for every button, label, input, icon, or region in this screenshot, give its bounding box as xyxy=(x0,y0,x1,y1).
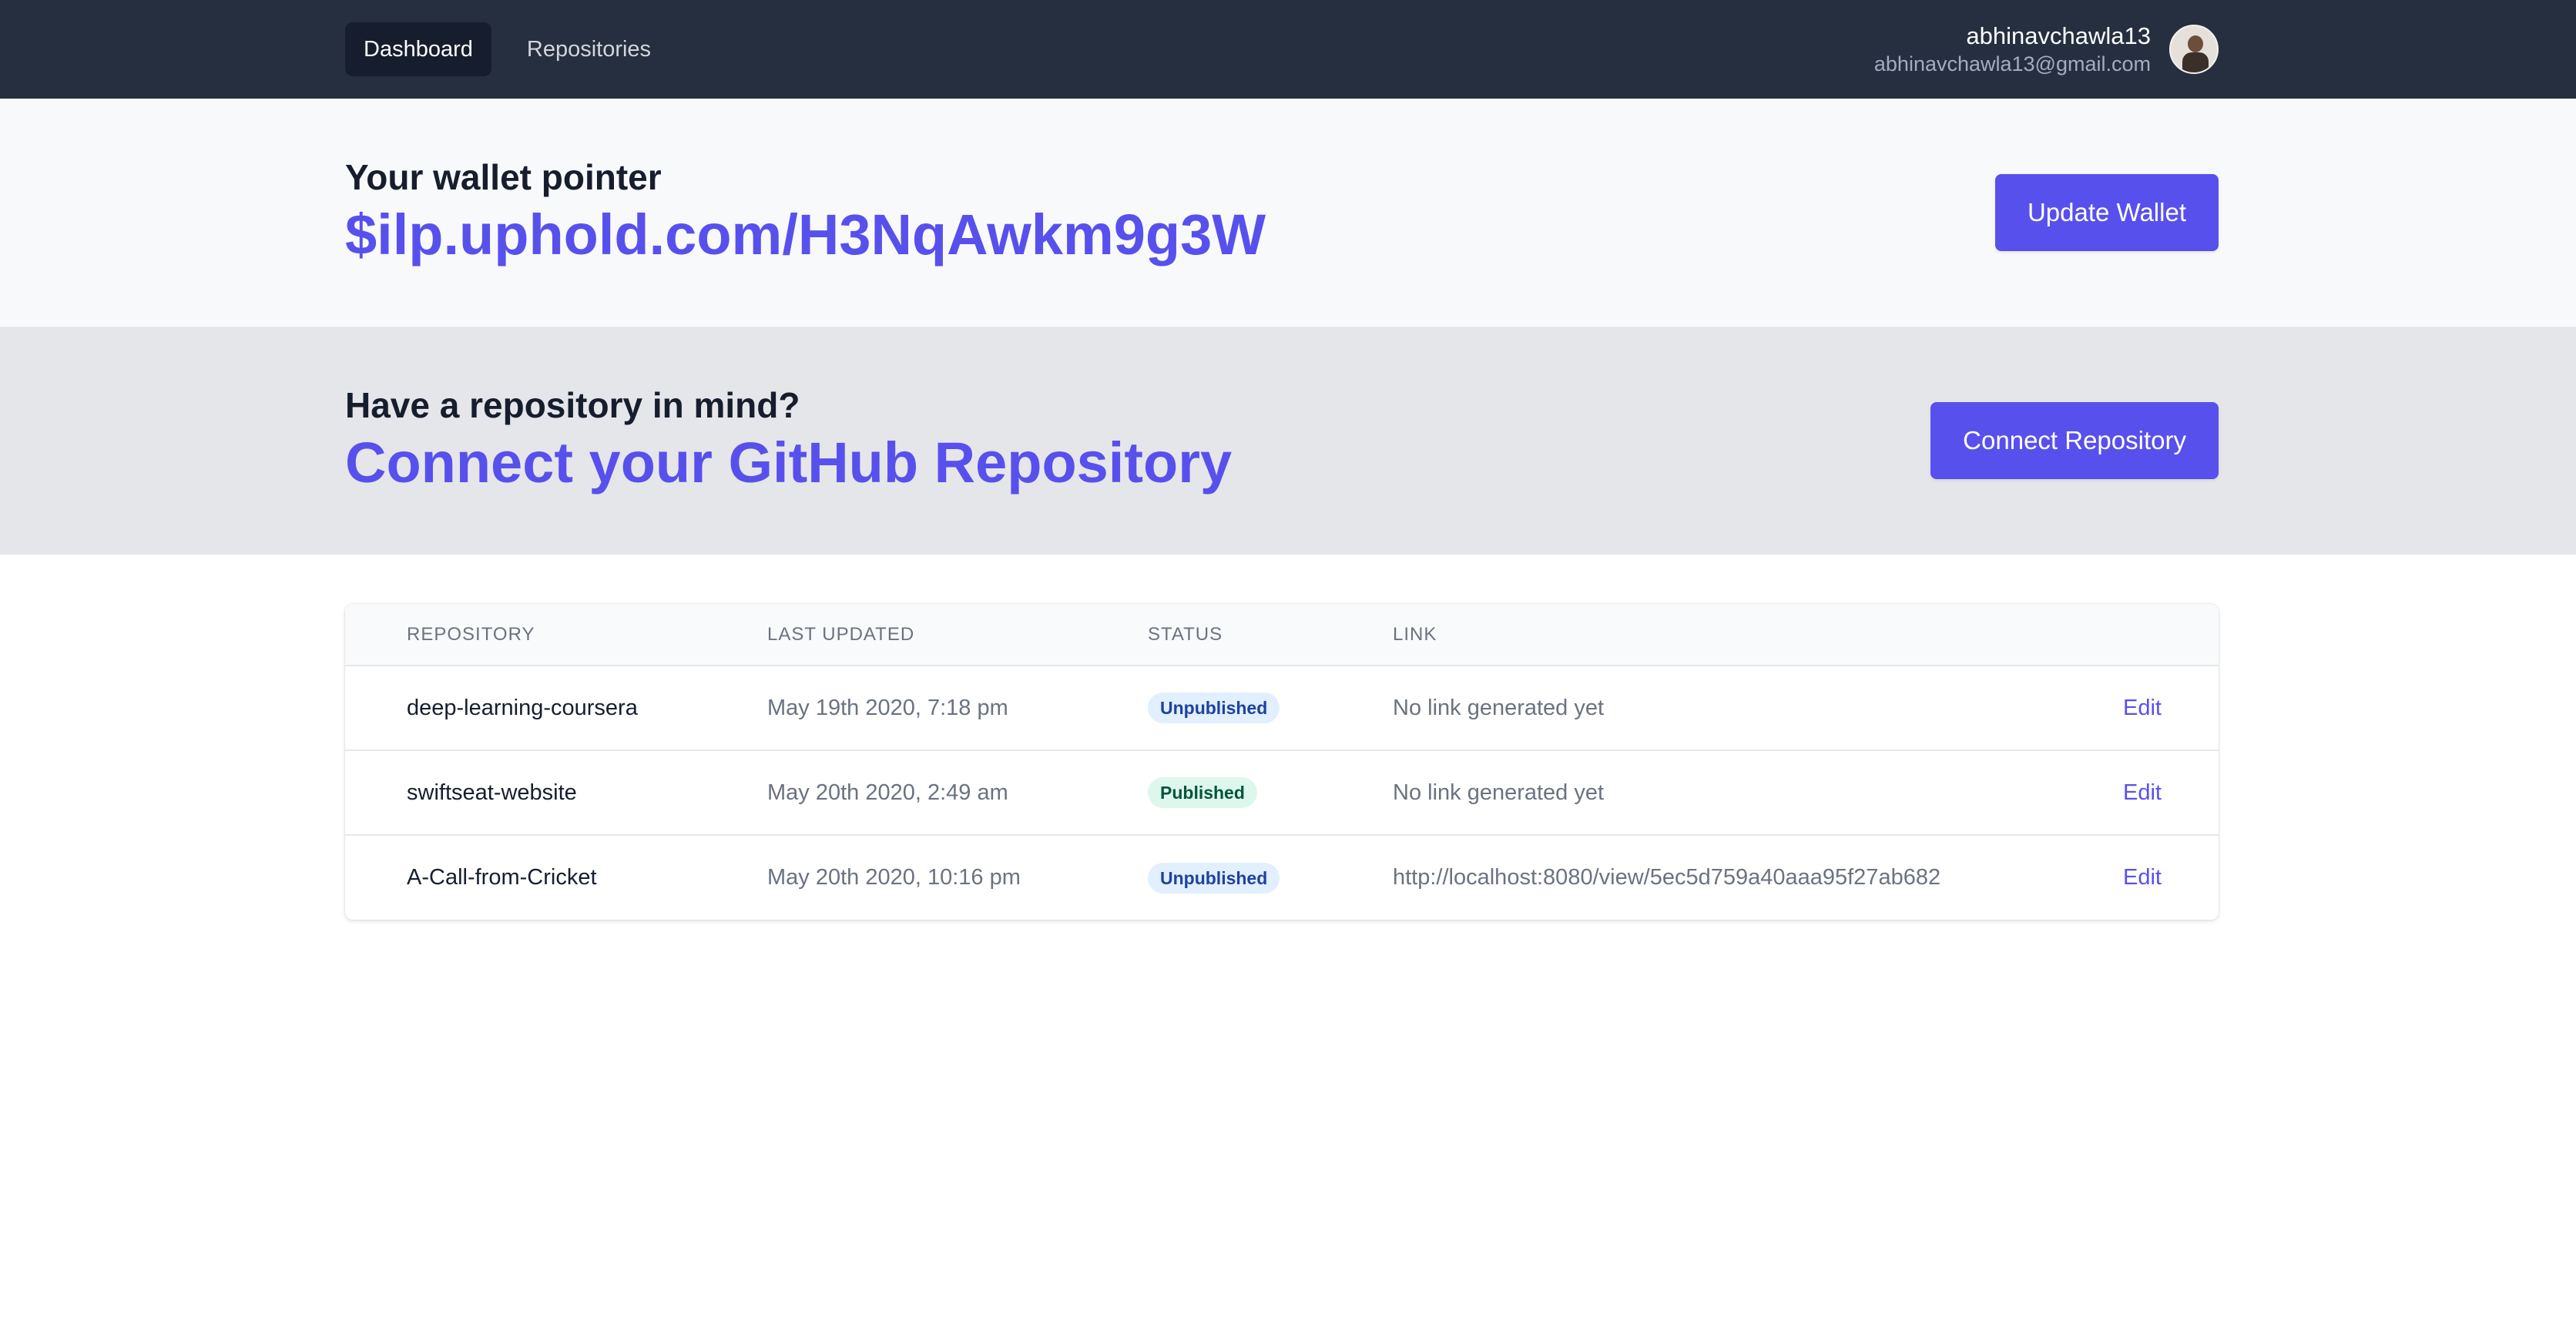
table-header-row: REPOSITORY LAST UPDATED STATUS LINK xyxy=(345,604,2219,666)
nav-dashboard-link[interactable]: Dashboard xyxy=(345,22,491,76)
header-action xyxy=(2064,604,2219,666)
status-badge: Unpublished xyxy=(1148,693,1280,723)
last-updated: May 19th 2020, 7:18 pm xyxy=(767,695,1008,720)
table-row: deep-learning-coursera May 19th 2020, 7:… xyxy=(345,666,2219,750)
nav-repositories-link[interactable]: Repositories xyxy=(508,22,669,76)
edit-link[interactable]: Edit xyxy=(2123,780,2162,805)
wallet-subtitle: Your wallet pointer xyxy=(345,157,662,197)
header-status: STATUS xyxy=(1148,604,1393,666)
link-text: http://localhost:8080/view/5ec5d759a40aa… xyxy=(1393,834,2064,920)
header-link: LINK xyxy=(1393,604,2064,666)
avatar[interactable] xyxy=(2169,25,2219,74)
action-cell: Edit xyxy=(2064,666,2219,750)
repo-name: deep-learning-coursera xyxy=(407,695,638,720)
repo-name: A-Call-from-Cricket xyxy=(345,834,767,920)
header-last-updated: LAST UPDATED xyxy=(767,604,1148,666)
action-cell: Edit xyxy=(2064,834,2219,920)
table-row: swiftseat-website May 20th 2020, 2:49 am… xyxy=(345,750,2219,835)
status-badge: Unpublished xyxy=(1148,862,1280,894)
status-cell: Unpublished xyxy=(1148,834,1393,920)
status-cell: Published xyxy=(1148,750,1393,835)
user-menu[interactable]: abhinavchawla13 abhinavchawla13@gmail.co… xyxy=(1874,22,2219,77)
top-navbar: Dashboard Repositories abhinavchawla13 a… xyxy=(0,0,2576,99)
avatar-body-shape xyxy=(2182,52,2209,72)
link-text: No link generated yet xyxy=(1393,750,2064,835)
connect-text: Have a repository in mind? Connect your … xyxy=(345,384,1232,498)
connect-subtitle: Have a repository in mind? xyxy=(345,385,800,425)
link-text: No link generated yet xyxy=(1393,695,1605,720)
last-updated: May 20th 2020, 10:16 pm xyxy=(767,834,1148,920)
wallet-section: Your wallet pointer $ilp.uphold.com/H3Nq… xyxy=(0,99,2576,327)
header-repository: REPOSITORY xyxy=(345,604,767,666)
edit-link[interactable]: Edit xyxy=(2123,865,2162,890)
status-badge: Published xyxy=(1148,777,1257,808)
user-info: abhinavchawla13 abhinavchawla13@gmail.co… xyxy=(1874,22,2151,77)
wallet-pointer: $ilp.uphold.com/H3NqAwkm9g3W xyxy=(345,203,1266,267)
repo-name: swiftseat-website xyxy=(345,750,767,835)
connect-repository-button[interactable]: Connect Repository xyxy=(1930,402,2219,479)
action-cell: Edit xyxy=(2064,750,2219,835)
repositories-table: REPOSITORY LAST UPDATED STATUS LINK deep… xyxy=(345,604,2219,920)
status-cell: Unpublished xyxy=(1148,666,1393,750)
repositories-table-card: REPOSITORY LAST UPDATED STATUS LINK deep… xyxy=(345,604,2219,920)
nav-links: Dashboard Repositories xyxy=(345,22,669,76)
user-email: abhinavchawla13@gmail.com xyxy=(1873,52,2151,75)
avatar-head-shape xyxy=(2188,35,2203,52)
update-wallet-button[interactable]: Update Wallet xyxy=(1994,174,2219,251)
user-name: abhinavchawla13 xyxy=(1966,22,2151,49)
table-row: A-Call-from-Cricket May 20th 2020, 10:16… xyxy=(345,834,2219,920)
connect-title: Connect your GitHub Repository xyxy=(345,431,1233,495)
last-updated: May 20th 2020, 2:49 am xyxy=(767,750,1148,835)
connect-repo-section: Have a repository in mind? Connect your … xyxy=(0,327,2576,555)
edit-link[interactable]: Edit xyxy=(2123,696,2162,720)
wallet-text: Your wallet pointer $ilp.uphold.com/H3Nq… xyxy=(345,156,1266,270)
